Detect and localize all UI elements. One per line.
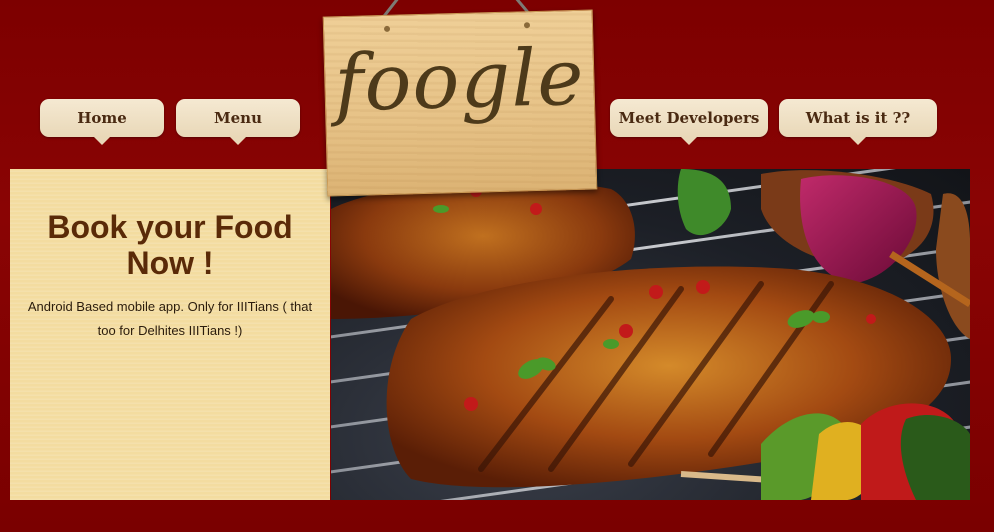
nav-meet-developers-tab[interactable]: Meet Developers: [610, 99, 768, 137]
logo-text: foogle: [333, 32, 586, 130]
nav-home-tab[interactable]: Home: [40, 99, 164, 137]
nail-icon: [523, 22, 531, 29]
nav-meet-developers-label: Meet Developers: [618, 109, 760, 127]
headline: Book your Food Now !: [47, 209, 293, 281]
nav-what-is-it-label: What is it ??: [805, 109, 911, 127]
page: Home Menu Meet Developers What is it ?? …: [0, 0, 994, 532]
description-text: Android Based mobile app. Only for IIITi…: [27, 299, 313, 338]
nav-home-label: Home: [77, 109, 127, 127]
logo-sign[interactable]: foogle: [322, 9, 598, 197]
info-panel: Book your Food Now ! Android Based mobil…: [10, 169, 330, 500]
nav-menu-tab[interactable]: Menu: [176, 99, 300, 137]
nail-icon: [383, 25, 391, 32]
hero-food-image: [331, 169, 970, 500]
food-illustration: [331, 169, 970, 500]
nav-what-is-it-tab[interactable]: What is it ??: [779, 99, 937, 137]
nav-menu-label: Menu: [214, 109, 262, 127]
